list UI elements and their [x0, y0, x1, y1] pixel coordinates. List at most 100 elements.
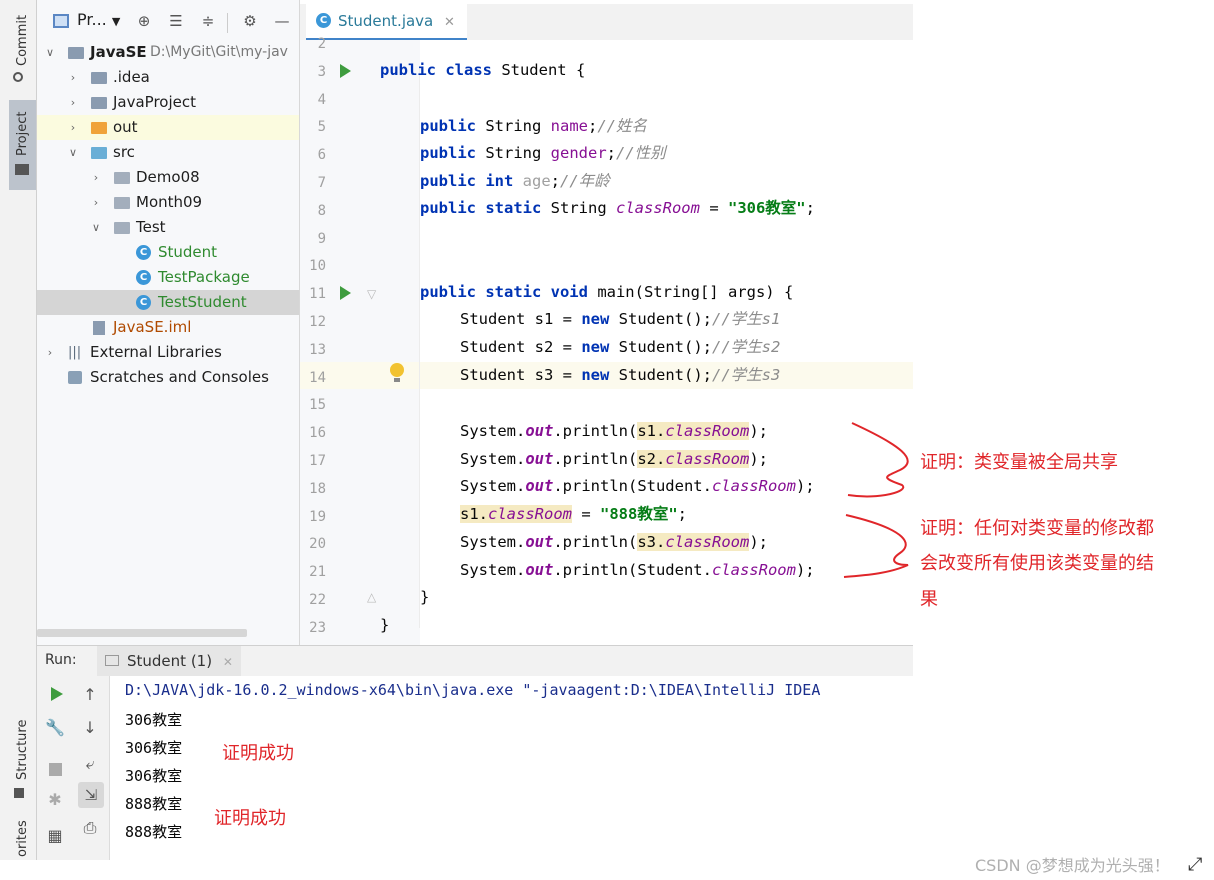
wrench-icon[interactable]: 🔧	[43, 716, 67, 740]
tree-item-idea[interactable]: › .idea	[37, 65, 299, 90]
project-view-icon	[53, 14, 69, 28]
annotation-success-1: 证明成功	[222, 743, 294, 764]
tree-item-label: Test	[136, 218, 166, 236]
line-number: 10	[309, 258, 326, 275]
left-tool-strip-bottom: Structure orites	[0, 645, 37, 860]
tab-student-java[interactable]: C Student.java ✕	[306, 4, 467, 41]
stop-icon[interactable]	[49, 763, 62, 776]
close-icon[interactable]: ✕	[223, 655, 233, 669]
tree-item-student[interactable]: C Student	[37, 240, 299, 265]
console-output-line: 306教室	[125, 767, 183, 785]
structure-tool-tab[interactable]: Structure	[15, 720, 30, 780]
tree-item-label: Student	[158, 243, 218, 261]
line-number: 21	[309, 564, 326, 581]
tree-item-out[interactable]: › out	[37, 115, 299, 140]
fold-end-icon[interactable]: △	[367, 590, 376, 604]
resize-icon[interactable]: ⤢	[1188, 854, 1202, 875]
line-number: 20	[309, 536, 326, 553]
down-arrow-icon[interactable]: ↓	[78, 716, 102, 740]
rerun-icon[interactable]	[51, 687, 63, 701]
code-line-5: public String name;//姓名	[420, 117, 647, 135]
package-icon	[114, 197, 130, 209]
run-tab-student[interactable]: Student (1) ✕	[97, 646, 241, 676]
tree-item-test[interactable]: ∨ Test	[37, 215, 299, 240]
project-toolbar: Pr... ▼ ⊕ ☰ ≑ ⚙ —	[37, 4, 299, 38]
code-line-7: public int age;//年龄	[420, 172, 610, 190]
run-toolbar: Run: Student (1) ✕	[37, 645, 913, 677]
annotation-note-1: 证明：类变量被全局共享	[920, 452, 1118, 473]
tree-item-demo08[interactable]: › Demo08	[37, 165, 299, 190]
collapse-all-icon[interactable]: ≑	[199, 12, 217, 30]
source-folder-icon	[91, 147, 107, 159]
java-class-icon: C	[136, 245, 151, 260]
tree-item-scratches[interactable]: Scratches and Consoles	[37, 365, 299, 390]
tree-item-label: .idea	[113, 68, 150, 86]
up-arrow-icon[interactable]: ↑	[78, 683, 102, 707]
run-tab-label: Student (1)	[127, 652, 213, 670]
project-tool-tab[interactable]: Project	[9, 100, 36, 190]
chevron-right-icon: ›	[93, 171, 99, 184]
code-line-22: }	[420, 588, 430, 606]
chevron-down-icon: ∨	[68, 146, 78, 159]
print-icon[interactable]: ⎙	[78, 816, 102, 840]
java-class-icon: C	[316, 13, 331, 28]
horizontal-scrollbar[interactable]	[37, 629, 247, 637]
code-line-17: System.out.println(s2.classRoom);	[460, 450, 768, 468]
tree-item-label: TestPackage	[158, 268, 250, 286]
tree-item-label: src	[113, 143, 135, 161]
chevron-down-icon: ∨	[91, 221, 101, 234]
tree-item-javase-iml[interactable]: JavaSE.iml	[37, 315, 299, 340]
chevron-down-icon: ▼	[111, 15, 121, 28]
code-line-19: s1.classRoom = "888教室";	[460, 505, 688, 523]
line-number: 22	[309, 592, 326, 608]
console-output[interactable]	[110, 676, 913, 860]
project-view-dropdown[interactable]: Pr... ▼	[77, 10, 120, 29]
run-class-icon[interactable]	[340, 64, 351, 78]
tab-label: Student.java	[338, 12, 434, 30]
console-icon	[105, 655, 119, 666]
annotation-success-2: 证明成功	[214, 808, 286, 829]
line-number: 11	[309, 286, 326, 303]
line-number: 2	[317, 36, 326, 52]
chevron-right-icon: ›	[70, 96, 76, 109]
toolbar-divider	[227, 13, 228, 33]
chevron-right-icon: ›	[70, 71, 76, 84]
line-number: 12	[309, 314, 326, 330]
run-main-icon[interactable]	[340, 286, 351, 300]
soft-wrap-icon[interactable]: ⤶	[78, 752, 102, 776]
code-line-21: System.out.println(Student.classRoom);	[460, 561, 815, 579]
tree-item-javaproject[interactable]: › JavaProject	[37, 90, 299, 115]
tree-item-path: D:\MyGit\Git\my-jav	[150, 44, 288, 60]
gear-icon[interactable]: ⚙	[241, 12, 259, 30]
layout-icon[interactable]: ▦	[43, 824, 67, 848]
console-output-line: 888教室	[125, 823, 183, 841]
chevron-down-icon: ∨	[45, 46, 55, 59]
minimize-icon[interactable]: —	[273, 12, 291, 30]
project-panel: Pr... ▼ ⊕ ☰ ≑ ⚙ — ∨ JavaSE D:\MyGit\Git\…	[37, 0, 300, 645]
debug-icon[interactable]: ✱	[43, 788, 67, 812]
tree-item-testpackage[interactable]: C TestPackage	[37, 265, 299, 290]
locate-icon[interactable]: ⊕	[135, 12, 153, 30]
tree-item-src[interactable]: ∨ src	[37, 140, 299, 165]
module-folder-icon	[68, 47, 84, 59]
line-number: 16	[309, 425, 326, 442]
tree-item-month09[interactable]: › Month09	[37, 190, 299, 215]
tree-item-teststudent[interactable]: C TestStudent	[37, 290, 299, 315]
project-view-title: Pr...	[77, 10, 107, 29]
code-line-20: System.out.println(s3.classRoom);	[460, 533, 768, 551]
tree-item-external-libraries[interactable]: › ||| External Libraries	[37, 340, 299, 365]
folder-icon	[91, 72, 107, 84]
scroll-to-end-icon[interactable]: ⇲	[78, 782, 104, 808]
commit-tool-tab[interactable]: Commit	[15, 15, 30, 66]
tree-item-javase[interactable]: ∨ JavaSE D:\MyGit\Git\my-jav	[37, 40, 299, 65]
code-line-23: }	[380, 616, 390, 634]
close-icon[interactable]: ✕	[444, 15, 455, 30]
annotation-note-2-line2: 会改变所有使用该类变量的结	[920, 553, 1154, 574]
favorites-tool-tab[interactable]: orites	[15, 820, 30, 857]
tree-item-label: Scratches and Consoles	[90, 368, 269, 386]
lightbulb-icon[interactable]	[390, 363, 404, 377]
line-number: 15	[309, 397, 326, 414]
expand-all-icon[interactable]: ☰	[167, 12, 185, 30]
fold-icon[interactable]: ▽	[367, 287, 376, 301]
code-line-13: Student s2 = new Student();//学生s2	[460, 338, 781, 356]
